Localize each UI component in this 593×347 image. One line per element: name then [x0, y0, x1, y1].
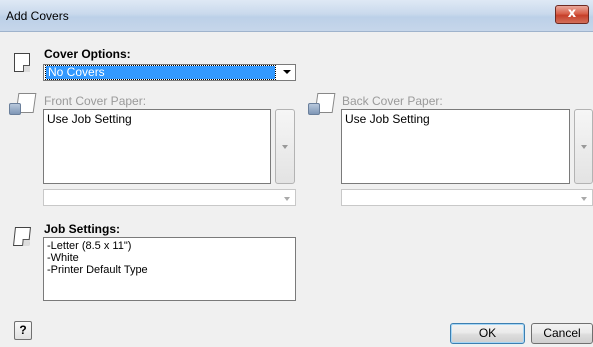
chevron-down-icon — [284, 197, 290, 201]
chevron-down-icon — [581, 197, 587, 201]
front-cover-list[interactable]: Use Job Setting — [43, 109, 271, 184]
back-cover-dropdown-button[interactable] — [574, 109, 593, 184]
back-cover-list-item[interactable]: Use Job Setting — [345, 112, 430, 126]
job-settings-line: -Letter (8.5 x 11") — [47, 240, 132, 252]
front-cover-combo[interactable] — [43, 189, 296, 206]
cover-options-selected: No Covers — [45, 65, 276, 80]
back-cover-list[interactable]: Use Job Setting — [341, 109, 570, 184]
cover-options-label: Cover Options: — [44, 47, 131, 61]
ok-button[interactable]: OK — [450, 323, 525, 344]
job-settings-box: -Letter (8.5 x 11") -White -Printer Defa… — [43, 237, 296, 301]
back-cover-label: Back Cover Paper: — [342, 94, 443, 108]
job-settings-label: Job Settings: — [44, 222, 121, 236]
front-cover-dropdown-button[interactable] — [275, 109, 295, 184]
back-cover-combo[interactable] — [341, 189, 593, 206]
help-button[interactable]: ? — [14, 321, 32, 340]
chevron-down-icon — [283, 70, 291, 74]
window-title: Add Covers — [6, 9, 69, 23]
job-settings-line: -Printer Default Type — [47, 264, 148, 276]
chevron-down-icon — [282, 144, 288, 149]
job-settings-line: -White — [47, 252, 79, 264]
front-cover-label: Front Cover Paper: — [44, 94, 147, 108]
cancel-button[interactable]: Cancel — [531, 323, 593, 344]
close-button[interactable]: x — [555, 5, 589, 24]
cover-options-select[interactable]: No Covers — [43, 64, 296, 81]
title-bar: Add Covers x — [0, 0, 593, 32]
chevron-down-icon — [580, 144, 587, 149]
dialog-content: Cover Options: No Covers Front Cover Pap… — [0, 32, 593, 347]
front-cover-list-item[interactable]: Use Job Setting — [47, 112, 132, 126]
document-icon — [14, 53, 30, 72]
paper-tray-icon — [308, 93, 336, 117]
document-icon — [13, 227, 31, 246]
paper-tray-icon — [9, 93, 37, 117]
